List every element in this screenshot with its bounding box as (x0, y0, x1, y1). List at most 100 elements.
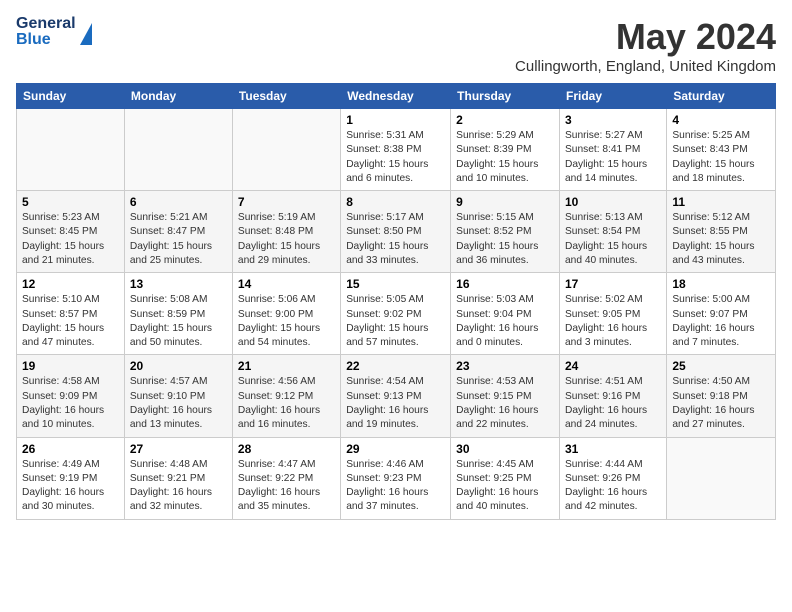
day-info: Sunrise: 5:05 AMSunset: 9:02 PMDaylight:… (346, 293, 445, 350)
day-number: 20 (130, 359, 227, 373)
day-info: Sunrise: 5:27 AMSunset: 8:41 PMDaylight:… (565, 129, 661, 186)
calendar-day-cell (17, 109, 125, 191)
day-number: 10 (565, 195, 661, 209)
day-number: 5 (22, 195, 119, 209)
day-number: 12 (22, 277, 119, 291)
day-number: 23 (456, 359, 554, 373)
calendar-day-cell (667, 437, 776, 519)
day-info: Sunrise: 4:50 AMSunset: 9:18 PMDaylight:… (672, 375, 770, 432)
day-info: Sunrise: 5:02 AMSunset: 9:05 PMDaylight:… (565, 293, 661, 350)
day-number: 2 (456, 113, 554, 127)
calendar-table: SundayMondayTuesdayWednesdayThursdayFrid… (16, 83, 776, 520)
title-block: May 2024 Cullingworth, England, United K… (515, 16, 776, 75)
day-info: Sunrise: 5:31 AMSunset: 8:38 PMDaylight:… (346, 129, 445, 186)
calendar-day-cell: 19Sunrise: 4:58 AMSunset: 9:09 PMDayligh… (17, 355, 125, 437)
day-number: 19 (22, 359, 119, 373)
day-info: Sunrise: 5:06 AMSunset: 9:00 PMDaylight:… (238, 293, 335, 350)
location-subtitle: Cullingworth, England, United Kingdom (515, 58, 776, 75)
day-number: 28 (238, 442, 335, 456)
day-info: Sunrise: 4:51 AMSunset: 9:16 PMDaylight:… (565, 375, 661, 432)
day-info: Sunrise: 4:54 AMSunset: 9:13 PMDaylight:… (346, 375, 445, 432)
day-info: Sunrise: 5:17 AMSunset: 8:50 PMDaylight:… (346, 211, 445, 268)
calendar-day-cell: 8 Sunrise: 5:17 AMSunset: 8:50 PMDaylight… (341, 191, 451, 273)
calendar-day-cell: 10 Sunrise: 5:13 AMSunset: 8:54 PMDayligh… (560, 191, 667, 273)
day-number: 13 (130, 277, 227, 291)
day-info: Sunrise: 5:29 AMSunset: 8:39 PMDaylight:… (456, 129, 554, 186)
calendar-day-cell: 16 Sunrise: 5:03 AMSunset: 9:04 PMDayligh… (451, 273, 560, 355)
calendar-day-cell: 31 Sunrise: 4:44 AMSunset: 9:26 PMDayligh… (560, 437, 667, 519)
calendar-day-cell: 27 Sunrise: 4:48 AMSunset: 9:21 PMDayligh… (124, 437, 232, 519)
calendar-day-cell: 14 Sunrise: 5:06 AMSunset: 9:00 PMDayligh… (232, 273, 340, 355)
day-info: Sunrise: 4:48 AMSunset: 9:21 PMDaylight:… (130, 458, 227, 515)
calendar-day-cell: 30Sunrise: 4:45 AMSunset: 9:25 PMDayligh… (451, 437, 560, 519)
day-number: 24 (565, 359, 661, 373)
calendar-day-cell: 4 Sunrise: 5:25 AMSunset: 8:43 PMDaylight… (667, 109, 776, 191)
day-info: Sunrise: 4:49 AMSunset: 9:19 PMDaylight:… (22, 458, 119, 515)
day-info: Sunrise: 5:21 AMSunset: 8:47 PMDaylight:… (130, 211, 227, 268)
day-info: Sunrise: 4:53 AMSunset: 9:15 PMDaylight:… (456, 375, 554, 432)
weekday-header-cell: Sunday (17, 84, 125, 109)
day-number: 7 (238, 195, 335, 209)
calendar-day-cell: 11Sunrise: 5:12 AMSunset: 8:55 PMDayligh… (667, 191, 776, 273)
weekday-header-cell: Wednesday (341, 84, 451, 109)
day-info: Sunrise: 5:00 AMSunset: 9:07 PMDaylight:… (672, 293, 770, 350)
calendar-day-cell: 21Sunrise: 4:56 AMSunset: 9:12 PMDayligh… (232, 355, 340, 437)
calendar-day-cell: 15 Sunrise: 5:05 AMSunset: 9:02 PMDayligh… (341, 273, 451, 355)
day-number: 17 (565, 277, 661, 291)
calendar-day-cell: 9 Sunrise: 5:15 AMSunset: 8:52 PMDaylight… (451, 191, 560, 273)
day-number: 18 (672, 277, 770, 291)
calendar-day-cell: 6 Sunrise: 5:21 AMSunset: 8:47 PMDaylight… (124, 191, 232, 273)
calendar-day-cell: 24 Sunrise: 4:51 AMSunset: 9:16 PMDayligh… (560, 355, 667, 437)
day-info: Sunrise: 5:25 AMSunset: 8:43 PMDaylight:… (672, 129, 770, 186)
calendar-week-row: 5 Sunrise: 5:23 AMSunset: 8:45 PMDaylight… (17, 191, 776, 273)
day-number: 27 (130, 442, 227, 456)
day-info: Sunrise: 5:12 AMSunset: 8:55 PMDaylight:… (672, 211, 770, 268)
calendar-day-cell (124, 109, 232, 191)
weekday-header-cell: Thursday (451, 84, 560, 109)
day-info: Sunrise: 4:45 AMSunset: 9:25 PMDaylight:… (456, 458, 554, 515)
day-info: Sunrise: 5:19 AMSunset: 8:48 PMDaylight:… (238, 211, 335, 268)
day-number: 14 (238, 277, 335, 291)
day-number: 6 (130, 195, 227, 209)
day-number: 8 (346, 195, 445, 209)
calendar-day-cell: 13Sunrise: 5:08 AMSunset: 8:59 PMDayligh… (124, 273, 232, 355)
calendar-day-cell: 25 Sunrise: 4:50 AMSunset: 9:18 PMDayligh… (667, 355, 776, 437)
day-info: Sunrise: 5:03 AMSunset: 9:04 PMDaylight:… (456, 293, 554, 350)
day-info: Sunrise: 4:46 AMSunset: 9:23 PMDaylight:… (346, 458, 445, 515)
day-info: Sunrise: 5:13 AMSunset: 8:54 PMDaylight:… (565, 211, 661, 268)
weekday-header-row: SundayMondayTuesdayWednesdayThursdayFrid… (17, 84, 776, 109)
calendar-body: 1Sunrise: 5:31 AMSunset: 8:38 PMDaylight… (17, 109, 776, 520)
month-title: May 2024 (515, 16, 776, 58)
day-info: Sunrise: 5:15 AMSunset: 8:52 PMDaylight:… (456, 211, 554, 268)
day-number: 31 (565, 442, 661, 456)
calendar-day-cell: 20Sunrise: 4:57 AMSunset: 9:10 PMDayligh… (124, 355, 232, 437)
day-number: 25 (672, 359, 770, 373)
weekday-header-cell: Saturday (667, 84, 776, 109)
calendar-day-cell: 28Sunrise: 4:47 AMSunset: 9:22 PMDayligh… (232, 437, 340, 519)
calendar-day-cell: 1Sunrise: 5:31 AMSunset: 8:38 PMDaylight… (341, 109, 451, 191)
calendar-day-cell: 3Sunrise: 5:27 AMSunset: 8:41 PMDaylight… (560, 109, 667, 191)
calendar-day-cell: 26Sunrise: 4:49 AMSunset: 9:19 PMDayligh… (17, 437, 125, 519)
day-info: Sunrise: 5:10 AMSunset: 8:57 PMDaylight:… (22, 293, 119, 350)
logo-triangle-icon (80, 23, 92, 45)
calendar-day-cell: 2 Sunrise: 5:29 AMSunset: 8:39 PMDaylight… (451, 109, 560, 191)
calendar-week-row: 1Sunrise: 5:31 AMSunset: 8:38 PMDaylight… (17, 109, 776, 191)
day-number: 9 (456, 195, 554, 209)
day-number: 22 (346, 359, 445, 373)
day-info: Sunrise: 4:56 AMSunset: 9:12 PMDaylight:… (238, 375, 335, 432)
calendar-week-row: 26Sunrise: 4:49 AMSunset: 9:19 PMDayligh… (17, 437, 776, 519)
day-info: Sunrise: 4:44 AMSunset: 9:26 PMDaylight:… (565, 458, 661, 515)
page-header: General Blue May 2024 Cullingworth, Engl… (16, 16, 776, 75)
day-number: 4 (672, 113, 770, 127)
weekday-header-cell: Tuesday (232, 84, 340, 109)
day-info: Sunrise: 5:23 AMSunset: 8:45 PMDaylight:… (22, 211, 119, 268)
calendar-day-cell: 7 Sunrise: 5:19 AMSunset: 8:48 PMDaylight… (232, 191, 340, 273)
day-number: 15 (346, 277, 445, 291)
calendar-day-cell: 18 Sunrise: 5:00 AMSunset: 9:07 PMDayligh… (667, 273, 776, 355)
calendar-day-cell: 12 Sunrise: 5:10 AMSunset: 8:57 PMDayligh… (17, 273, 125, 355)
day-number: 16 (456, 277, 554, 291)
calendar-day-cell: 22 Sunrise: 4:54 AMSunset: 9:13 PMDayligh… (341, 355, 451, 437)
weekday-header-cell: Friday (560, 84, 667, 109)
calendar-day-cell: 23 Sunrise: 4:53 AMSunset: 9:15 PMDayligh… (451, 355, 560, 437)
calendar-week-row: 19Sunrise: 4:58 AMSunset: 9:09 PMDayligh… (17, 355, 776, 437)
